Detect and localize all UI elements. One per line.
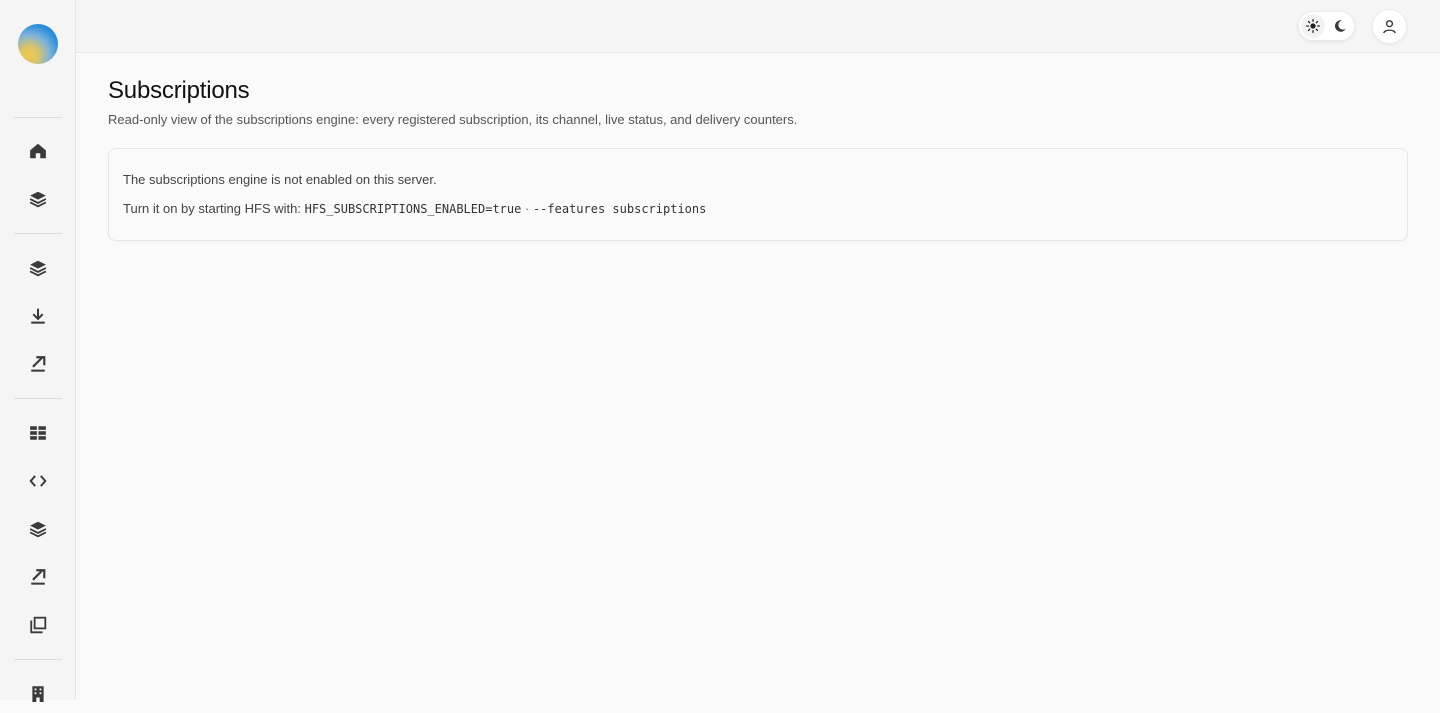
sidebar-divider <box>14 659 62 660</box>
account-button[interactable] <box>1372 9 1407 44</box>
sidebar-item-layers-1[interactable] <box>18 179 58 219</box>
page-subtitle: Read-only view of the subscriptions engi… <box>108 112 798 127</box>
theme-toggle[interactable] <box>1298 11 1355 41</box>
sun-icon <box>1306 19 1320 33</box>
sidebar-item-download[interactable] <box>18 296 58 336</box>
sidebar-item-export[interactable] <box>18 344 58 384</box>
sidebar-item-export-2[interactable] <box>18 557 58 597</box>
code-icon <box>29 475 47 487</box>
notice-hint: Turn it on by starting HFS with: HFS_SUB… <box>123 200 1393 218</box>
notice-hint-prefix: Turn it on by starting HFS with: <box>123 201 301 216</box>
cli-flag-code: --features subscriptions <box>532 202 707 216</box>
dark-theme-button[interactable] <box>1328 14 1352 38</box>
sidebar-item-home[interactable] <box>18 131 58 171</box>
building-icon <box>32 686 44 702</box>
sidebar-item-tables[interactable] <box>18 413 58 453</box>
layers-icon <box>29 260 47 277</box>
sidebar-item-layers-2[interactable] <box>18 248 58 288</box>
notice-message: The subscriptions engine is not enabled … <box>123 172 437 187</box>
separator: · <box>524 201 530 216</box>
sidebar-item-copy[interactable] <box>18 605 58 645</box>
sidebar-divider <box>14 117 62 118</box>
light-theme-button[interactable] <box>1301 14 1325 38</box>
sidebar-divider <box>14 398 62 399</box>
sidebar <box>0 0 76 702</box>
sidebar-item-code[interactable] <box>18 461 58 501</box>
download-icon <box>31 308 45 324</box>
main-content: Subscriptions Read-only view of the subs… <box>108 76 1408 241</box>
sidebar-divider <box>14 233 62 234</box>
layers-icon <box>29 191 47 208</box>
sidebar-item-building[interactable] <box>18 673 58 713</box>
top-bar <box>76 0 1440 53</box>
export-icon <box>31 569 46 585</box>
home-icon <box>30 143 46 159</box>
moon-icon <box>1334 20 1346 32</box>
layers-icon <box>29 521 47 538</box>
page-title: Subscriptions <box>108 77 250 104</box>
copy-icon <box>30 616 47 634</box>
disabled-notice-card: The subscriptions engine is not enabled … <box>108 148 1408 241</box>
app-logo[interactable] <box>18 24 58 64</box>
user-icon <box>1383 20 1396 34</box>
export-icon <box>31 356 46 372</box>
env-var-code: HFS_SUBSCRIPTIONS_ENABLED=true <box>304 202 522 216</box>
sidebar-item-layers-3[interactable] <box>18 509 58 549</box>
table-grid-icon <box>30 426 46 440</box>
